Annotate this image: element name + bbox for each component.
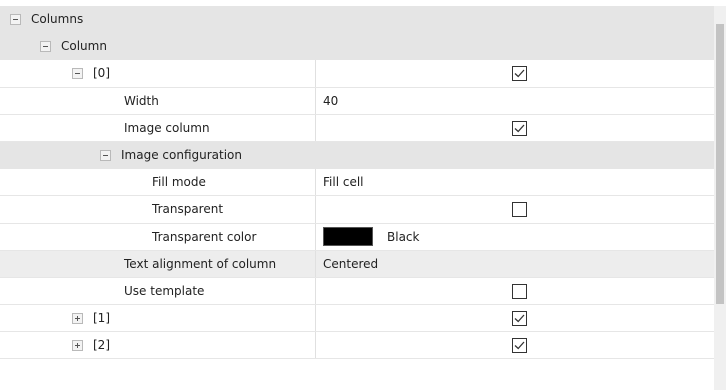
scrollbar-thumb[interactable] xyxy=(716,24,724,304)
check-mark-icon xyxy=(514,314,525,323)
row-label: Fill mode xyxy=(152,175,206,190)
checkbox[interactable] xyxy=(512,202,527,218)
property-row-image-column[interactable]: Image column xyxy=(0,114,714,142)
property-row-text-alignment[interactable]: Text alignment of column Centered xyxy=(0,250,714,278)
expand-icon[interactable] xyxy=(72,339,83,351)
color-value[interactable]: Black xyxy=(323,224,419,250)
item-row-1[interactable]: [1] xyxy=(0,305,714,333)
row-label: [2] xyxy=(93,338,110,353)
color-name: Black xyxy=(387,229,420,244)
check-mark-icon xyxy=(514,341,525,350)
checkbox[interactable] xyxy=(512,311,527,327)
category-row-column[interactable]: Column xyxy=(0,33,714,61)
property-grid: Columns Column [0] Width 40 Image column… xyxy=(0,6,714,360)
collapse-icon[interactable] xyxy=(40,40,51,52)
width-value[interactable]: 40 xyxy=(323,88,338,114)
item-row-2[interactable]: [2] xyxy=(0,332,714,360)
checkbox[interactable] xyxy=(512,66,527,82)
row-label: Transparent xyxy=(152,202,224,217)
category-row-image-configuration[interactable]: Image configuration xyxy=(0,141,714,170)
collapse-icon[interactable] xyxy=(72,67,83,79)
row-label: Column xyxy=(61,39,107,54)
fill-mode-value[interactable]: Fill cell xyxy=(323,169,364,195)
row-label: Width xyxy=(124,93,159,108)
row-label: [1] xyxy=(93,311,110,326)
row-label: Image configuration xyxy=(121,148,242,163)
row-label: Text alignment of column xyxy=(124,256,277,271)
property-row-fill-mode[interactable]: Fill mode Fill cell xyxy=(0,169,714,197)
category-row-columns[interactable]: Columns xyxy=(0,6,714,34)
check-mark-icon xyxy=(514,124,525,133)
property-row-width[interactable]: Width 40 xyxy=(0,87,714,115)
item-row-0[interactable]: [0] xyxy=(0,60,714,88)
checkbox[interactable] xyxy=(512,120,527,136)
checkbox[interactable] xyxy=(512,283,527,299)
vertical-scrollbar[interactable] xyxy=(714,6,726,390)
property-row-use-template[interactable]: Use template xyxy=(0,277,714,306)
color-swatch xyxy=(323,227,373,247)
expand-icon[interactable] xyxy=(72,312,83,324)
property-row-transparent[interactable]: Transparent xyxy=(0,196,714,224)
row-label: [0] xyxy=(93,66,110,81)
row-label: Image column xyxy=(124,120,210,135)
collapse-icon[interactable] xyxy=(100,149,111,161)
collapse-icon[interactable] xyxy=(10,13,21,25)
row-label: Columns xyxy=(31,12,84,27)
text-alignment-value[interactable]: Centered xyxy=(323,251,378,277)
row-label: Transparent color xyxy=(152,229,257,244)
row-label: Use template xyxy=(124,283,205,298)
property-row-transparent-color[interactable]: Transparent color Black xyxy=(0,223,714,251)
check-mark-icon xyxy=(514,69,525,78)
checkbox[interactable] xyxy=(512,338,527,354)
